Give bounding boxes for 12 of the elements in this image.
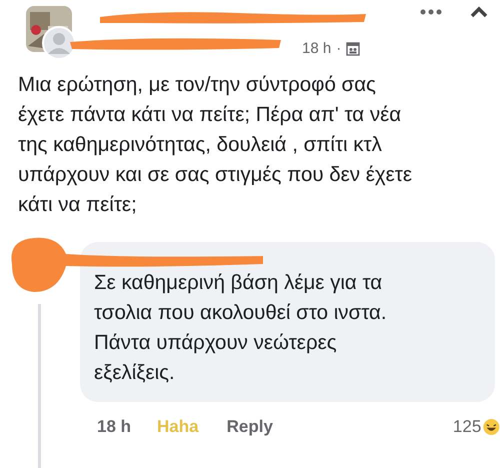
- laughing-emoji-icon[interactable]: [483, 416, 500, 438]
- collapse-icon[interactable]: [470, 6, 488, 18]
- reaction-count[interactable]: 125: [452, 417, 482, 437]
- comment-text: Σε καθημερινή βάση λέμε για τα τσολια που ακολουθεί στο ινστα. Πάντα υπάρχουν νεώτερες εξελίξεις.: [94, 270, 388, 386]
- post-time[interactable]: 18 h: [302, 40, 332, 57]
- comment-time[interactable]: 18 h: [97, 417, 132, 437]
- more-icon[interactable]: [420, 9, 442, 15]
- separator: ·: [336, 40, 342, 57]
- post-text: Μια ερώτηση, με τον/την σύντροφό σας έχετε πάντα κάτι να πείτε; Πέρα απ' τα νέα της καθημερινότητας, δουλειά , σπίτι κτλ υπάρχουν και σε σας στιγμές που δεν έχετε κάτι να πείτε;: [18, 72, 414, 218]
- audience-icon[interactable]: [346, 42, 360, 56]
- avatar-icon[interactable]: [42, 26, 76, 60]
- reply-button[interactable]: Reply: [226, 417, 273, 437]
